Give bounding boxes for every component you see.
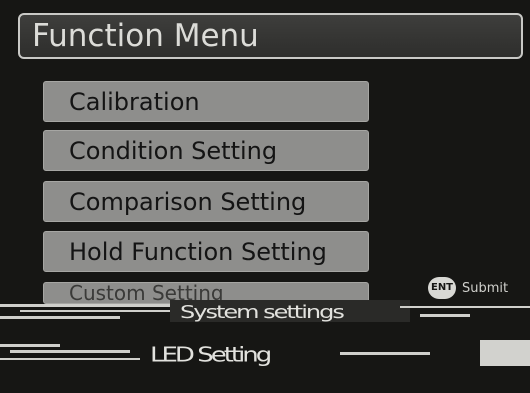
glitch-band-1: System settings <box>0 296 530 326</box>
glitch-block <box>480 340 530 366</box>
device-screen: Function Menu Calibration Condition Sett… <box>0 0 530 393</box>
menu-item-comparison-setting[interactable]: Comparison Setting <box>43 181 369 222</box>
glitched-menu-text: System settings <box>180 301 345 323</box>
menu-title: Function Menu <box>18 13 523 59</box>
menu-item-condition-setting[interactable]: Condition Setting <box>43 130 369 171</box>
menu-item-calibration[interactable]: Calibration <box>43 81 369 122</box>
glitched-menu-text: LED Setting <box>150 343 272 367</box>
menu-item-hold-function-setting[interactable]: Hold Function Setting <box>43 231 369 272</box>
glitch-band-2: LED Setting <box>0 338 530 368</box>
submit-label: Submit <box>462 280 509 296</box>
